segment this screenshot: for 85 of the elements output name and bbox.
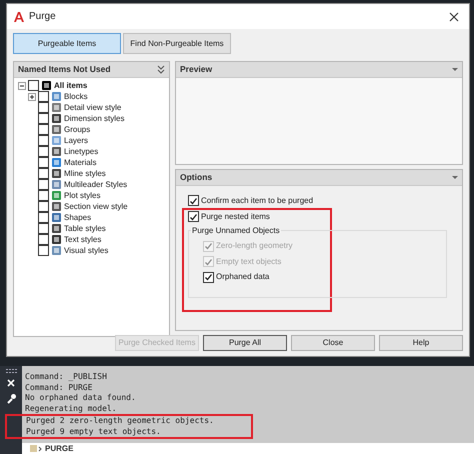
item-icon <box>51 102 62 113</box>
checkbox[interactable] <box>38 190 49 201</box>
item-icon <box>51 223 62 234</box>
history-line: Purged 9 empty text objects. <box>25 426 162 437</box>
history-line: Regenerating model. <box>24 404 118 414</box>
tree-item[interactable]: Layers <box>64 134 88 146</box>
checkbox-label[interactable]: Purge nested items <box>201 210 270 223</box>
item-icon <box>51 212 62 223</box>
command-text: PURGE <box>45 442 74 454</box>
checkbox[interactable] <box>38 234 49 245</box>
checkbox[interactable] <box>38 124 49 135</box>
panel-header: Preview <box>180 63 212 76</box>
tree-item[interactable]: Shapes <box>64 212 92 224</box>
collapse-icon[interactable] <box>18 82 26 90</box>
dialog-button[interactable]: Help <box>379 335 463 351</box>
tree-item[interactable]: Linetypes <box>64 146 98 158</box>
checkbox[interactable] <box>188 211 199 222</box>
item-icon <box>51 146 62 157</box>
group-title: Purge Unnamed Objects <box>191 224 281 237</box>
command-icon <box>30 444 42 453</box>
history-line: Command: PURGE <box>24 382 94 393</box>
item-icon <box>51 190 62 201</box>
checkbox[interactable] <box>38 212 49 223</box>
grip-icon <box>6 369 16 373</box>
dropdown-icon <box>452 176 458 179</box>
checkbox-label[interactable]: Orphaned data <box>216 271 270 284</box>
checkbox[interactable] <box>38 157 49 168</box>
tree-item[interactable]: Detail view style <box>64 102 122 114</box>
item-icon <box>51 135 62 146</box>
history-line: Purged 2 zero-length geometric objects. <box>25 416 215 426</box>
checkbox[interactable] <box>38 245 49 256</box>
checkbox[interactable] <box>38 146 49 157</box>
checkbox[interactable] <box>38 168 49 179</box>
wrench-icon <box>6 393 16 404</box>
item-icon <box>51 113 62 124</box>
checkbox[interactable] <box>38 135 49 146</box>
collapse-icon <box>157 65 165 74</box>
item-icon <box>51 124 62 135</box>
checkbox[interactable] <box>38 113 49 124</box>
tab[interactable]: Purgeable Items <box>13 33 121 54</box>
dialog-button[interactable]: Close <box>291 335 375 351</box>
item-icon <box>51 201 62 212</box>
checkbox[interactable] <box>38 223 49 234</box>
checkbox[interactable] <box>203 272 214 283</box>
checkbox[interactable] <box>38 179 49 190</box>
tree-item[interactable]: Plot styles <box>64 190 100 202</box>
checkbox-label: Empty text objects <box>216 256 282 268</box>
close-icon <box>7 379 15 387</box>
panel-header: Named Items Not Used <box>18 63 111 76</box>
item-icon <box>51 91 62 102</box>
tree-item[interactable]: Dimension styles <box>64 112 124 124</box>
tab[interactable]: Find Non-Purgeable Items <box>123 33 231 54</box>
tree-item[interactable]: Materials <box>64 156 96 168</box>
checkbox[interactable] <box>38 201 49 212</box>
tree-item[interactable]: Text styles <box>64 234 102 246</box>
history-line: Command: _PUBLISH <box>24 372 108 382</box>
tree-item[interactable]: Mline styles <box>64 168 106 180</box>
checkbox[interactable] <box>28 80 39 91</box>
item-icon <box>41 80 52 91</box>
tree-item[interactable]: Section view style <box>64 200 128 212</box>
item-icon <box>51 157 62 168</box>
tree-item[interactable]: Multileader Styles <box>64 178 128 190</box>
checkbox-label: Zero-length geometry <box>216 240 292 252</box>
dropdown-icon <box>452 68 458 71</box>
checkbox[interactable] <box>38 91 49 102</box>
tree-item[interactable]: Table styles <box>64 222 106 234</box>
tree-item[interactable]: Blocks <box>64 90 88 102</box>
app-logo-icon <box>13 10 25 22</box>
command-input[interactable]: PURGE <box>22 443 474 454</box>
dialog-button[interactable]: Purge All <box>203 335 287 351</box>
checkbox-label[interactable]: Confirm each item to be purged <box>201 194 314 207</box>
history-line: No orphaned data found. <box>24 393 137 404</box>
tree-item[interactable]: Visual styles <box>64 244 108 256</box>
tree-item[interactable]: Groups <box>64 124 90 136</box>
item-icon <box>51 168 62 179</box>
item-icon <box>51 245 62 256</box>
tree-item[interactable]: All items <box>54 80 88 92</box>
checkbox[interactable] <box>188 195 199 206</box>
checkbox[interactable] <box>38 102 49 113</box>
item-icon <box>51 234 62 245</box>
panel-header: Options <box>180 170 212 184</box>
expand-icon[interactable] <box>28 92 36 100</box>
close-icon <box>449 12 459 22</box>
window-title: Purge <box>29 10 56 24</box>
item-icon <box>51 179 62 190</box>
